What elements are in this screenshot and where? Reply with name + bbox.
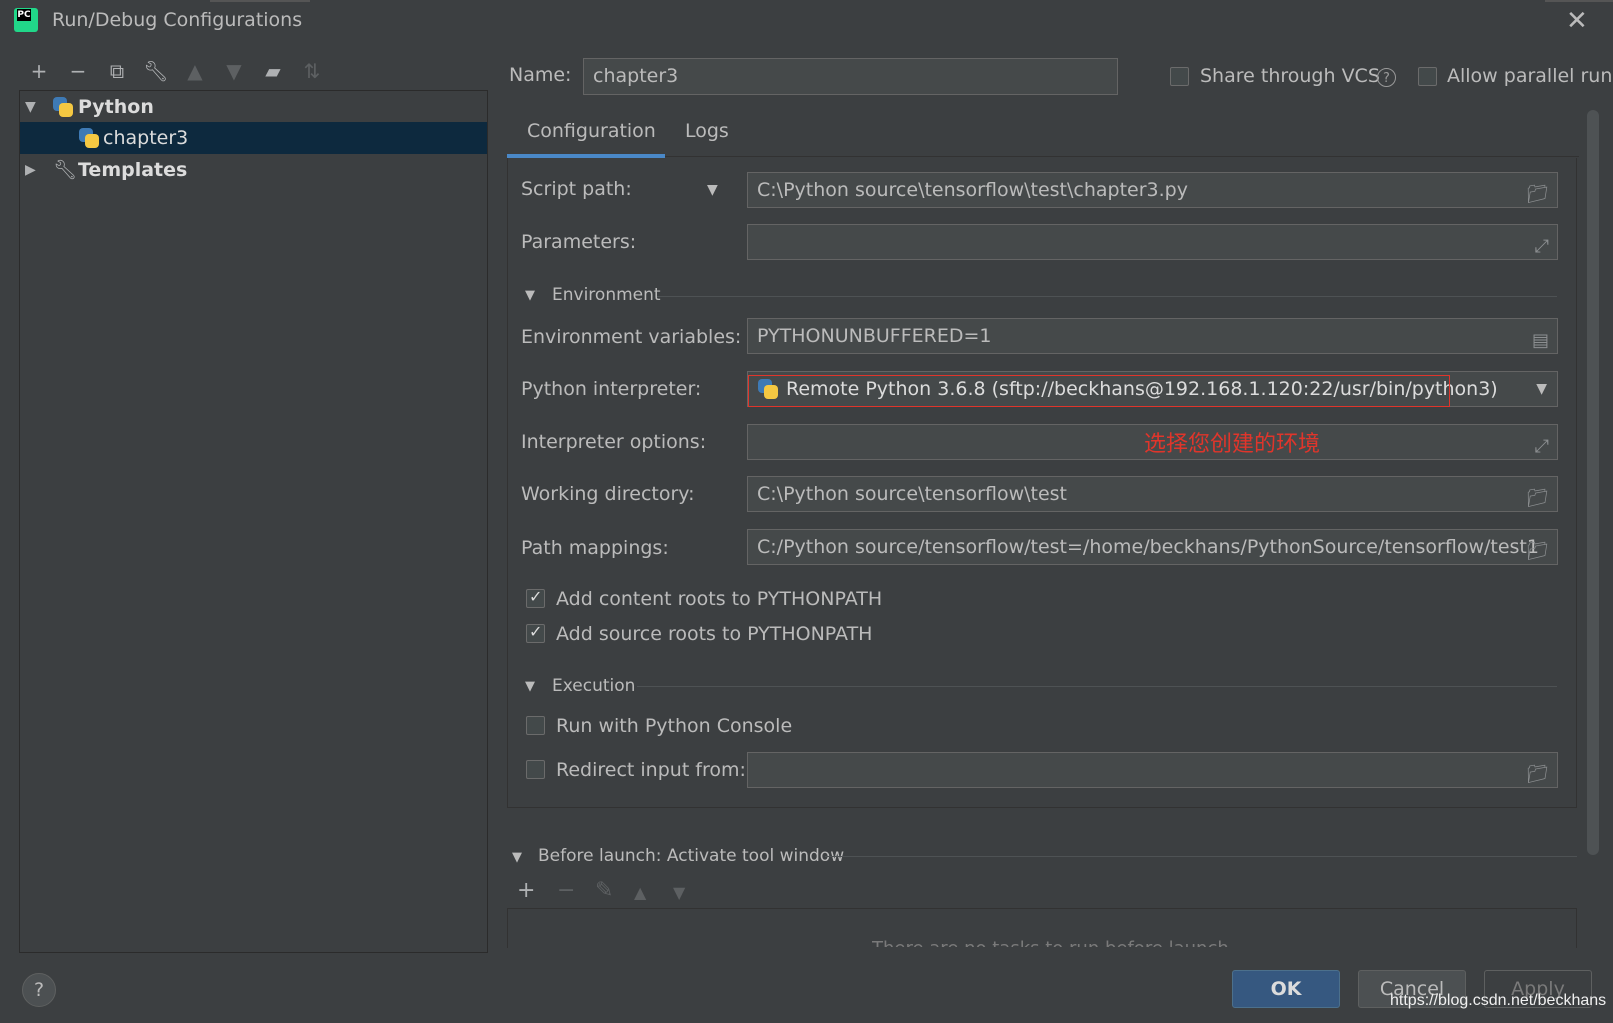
help-icon[interactable]: ?: [1377, 68, 1396, 87]
no-tasks-text: There are no tasks to run before launch: [872, 935, 1229, 947]
folder-add-icon[interactable]: ▰: [260, 58, 286, 84]
execution-section-title: Execution: [552, 676, 636, 696]
expand-arrow-icon[interactable]: ▼: [25, 91, 36, 123]
move-down-icon[interactable]: ▼: [673, 883, 685, 902]
section-divider: [825, 856, 1577, 857]
section-divider: [637, 686, 1557, 687]
expand-icon[interactable]: ⤢: [1535, 230, 1549, 259]
add-source-roots-label: Add source roots to PYTHONPATH: [556, 623, 873, 645]
pycharm-logo-icon: PC: [14, 8, 38, 32]
tree-item-chapter3[interactable]: chapter3: [20, 122, 487, 154]
working-dir-value: C:\Python source\tensorflow\test: [757, 483, 1068, 505]
tree-label-chapter3: chapter3: [103, 127, 189, 149]
add-icon[interactable]: +: [26, 58, 52, 84]
script-path-label[interactable]: Script path:: [521, 178, 632, 200]
close-icon[interactable]: ✕: [1566, 6, 1588, 36]
environment-section-title: Environment: [552, 285, 661, 305]
redirect-input-field[interactable]: 📁︎: [747, 752, 1558, 788]
tree-label-templates: Templates: [78, 159, 188, 181]
script-path-input[interactable]: C:\Python source\tensorflow\test\chapter…: [747, 172, 1558, 208]
path-mappings-input[interactable]: C:/Python source/tensorflow/test=/home/b…: [747, 529, 1558, 565]
run-with-console-label: Run with Python Console: [556, 715, 793, 737]
title-divider: [210, 0, 310, 2]
remove-task-icon[interactable]: −: [557, 878, 575, 903]
before-launch-title: Before launch: Activate tool window: [538, 846, 845, 866]
path-mappings-value: C:/Python source/tensorflow/test=/home/b…: [757, 536, 1539, 558]
add-content-roots-checkbox[interactable]: [526, 587, 545, 608]
expand-icon[interactable]: ⤢: [1535, 430, 1549, 459]
watermark: https://blog.csdn.net/beckhans: [1390, 992, 1607, 1009]
chevron-down-icon[interactable]: ▼: [707, 182, 718, 198]
edit-list-icon[interactable]: ▤: [1532, 324, 1549, 353]
environment-collapse-icon[interactable]: ▼: [525, 288, 535, 303]
python-icon: [53, 97, 73, 117]
add-source-roots-checkbox[interactable]: [526, 622, 545, 643]
folder-icon[interactable]: 📁︎: [1526, 482, 1549, 511]
ok-button[interactable]: OK: [1232, 970, 1340, 1008]
window-title: Run/Debug Configurations: [52, 9, 303, 31]
tree-item-templates[interactable]: ▶ 🔧︎ Templates: [20, 154, 487, 186]
remove-icon[interactable]: −: [65, 58, 91, 84]
parameters-label: Parameters:: [521, 231, 637, 253]
copy-icon[interactable]: ⧉: [104, 58, 130, 84]
section-divider: [657, 296, 1557, 297]
wrench-icon: 🔧︎: [53, 159, 78, 181]
tab-logs[interactable]: Logs: [685, 120, 729, 156]
interpreter-options-label: Interpreter options:: [521, 431, 707, 453]
tabs-divider: [507, 156, 1579, 157]
run-with-console-checkbox[interactable]: [526, 716, 545, 735]
redirect-input-checkbox[interactable]: [526, 760, 545, 779]
env-vars-value: PYTHONUNBUFFERED=1: [757, 325, 992, 347]
working-dir-input[interactable]: C:\Python source\tensorflow\test 📁︎: [747, 476, 1558, 512]
allow-parallel-label: Allow parallel run: [1447, 65, 1613, 87]
sort-icon[interactable]: ⇅: [299, 58, 325, 84]
chevron-down-icon[interactable]: ▼: [1536, 372, 1547, 406]
env-vars-label: Environment variables:: [521, 326, 742, 348]
tree-item-python[interactable]: ▼ Python: [20, 91, 487, 123]
tab-configuration[interactable]: Configuration: [527, 120, 656, 156]
redirect-input-label: Redirect input from:: [556, 759, 746, 781]
tree-label-python: Python: [78, 96, 154, 118]
name-input[interactable]: chapter3: [583, 58, 1118, 95]
share-vcs-label: Share through VCS: [1200, 65, 1380, 87]
python-file-icon: [79, 128, 99, 148]
folder-icon[interactable]: 📁︎: [1526, 535, 1549, 564]
execution-collapse-icon[interactable]: ▼: [525, 679, 535, 694]
add-task-icon[interactable]: +: [517, 878, 535, 903]
logo-text: PC: [17, 9, 31, 21]
configuration-tree[interactable]: ▼ Python chapter3 ▶ 🔧︎ Templates: [19, 90, 488, 953]
env-vars-input[interactable]: PYTHONUNBUFFERED=1 ▤: [747, 318, 1558, 354]
share-vcs-checkbox[interactable]: [1170, 67, 1189, 86]
move-up-icon[interactable]: ▲: [634, 883, 646, 902]
annotation-text: 选择您创建的环境: [1144, 432, 1321, 457]
before-launch-collapse-icon[interactable]: ▼: [512, 850, 522, 865]
move-down-icon[interactable]: ▼: [221, 58, 247, 84]
title-divider: [1545, 0, 1613, 2]
collapse-arrow-icon[interactable]: ▶: [25, 154, 36, 186]
add-content-roots-label: Add content roots to PYTHONPATH: [556, 588, 883, 610]
name-label: Name:: [509, 64, 572, 86]
move-up-icon[interactable]: ▲: [182, 58, 208, 84]
working-dir-label: Working directory:: [521, 483, 695, 505]
scrollbar[interactable]: [1587, 110, 1599, 855]
path-mappings-label: Path mappings:: [521, 537, 669, 559]
interpreter-label: Python interpreter:: [521, 378, 702, 400]
script-path-value: C:\Python source\tensorflow\test\chapter…: [757, 179, 1188, 201]
allow-parallel-checkbox[interactable]: [1418, 67, 1437, 86]
folder-icon[interactable]: 📁︎: [1526, 178, 1549, 207]
parameters-input[interactable]: ⤢: [747, 224, 1558, 260]
folder-icon[interactable]: 📁︎: [1526, 758, 1549, 787]
highlight-box: [748, 375, 1450, 407]
help-button[interactable]: ?: [22, 973, 56, 1007]
edit-task-icon[interactable]: ✎: [595, 878, 613, 903]
wrench-icon[interactable]: 🔧︎: [143, 58, 169, 84]
